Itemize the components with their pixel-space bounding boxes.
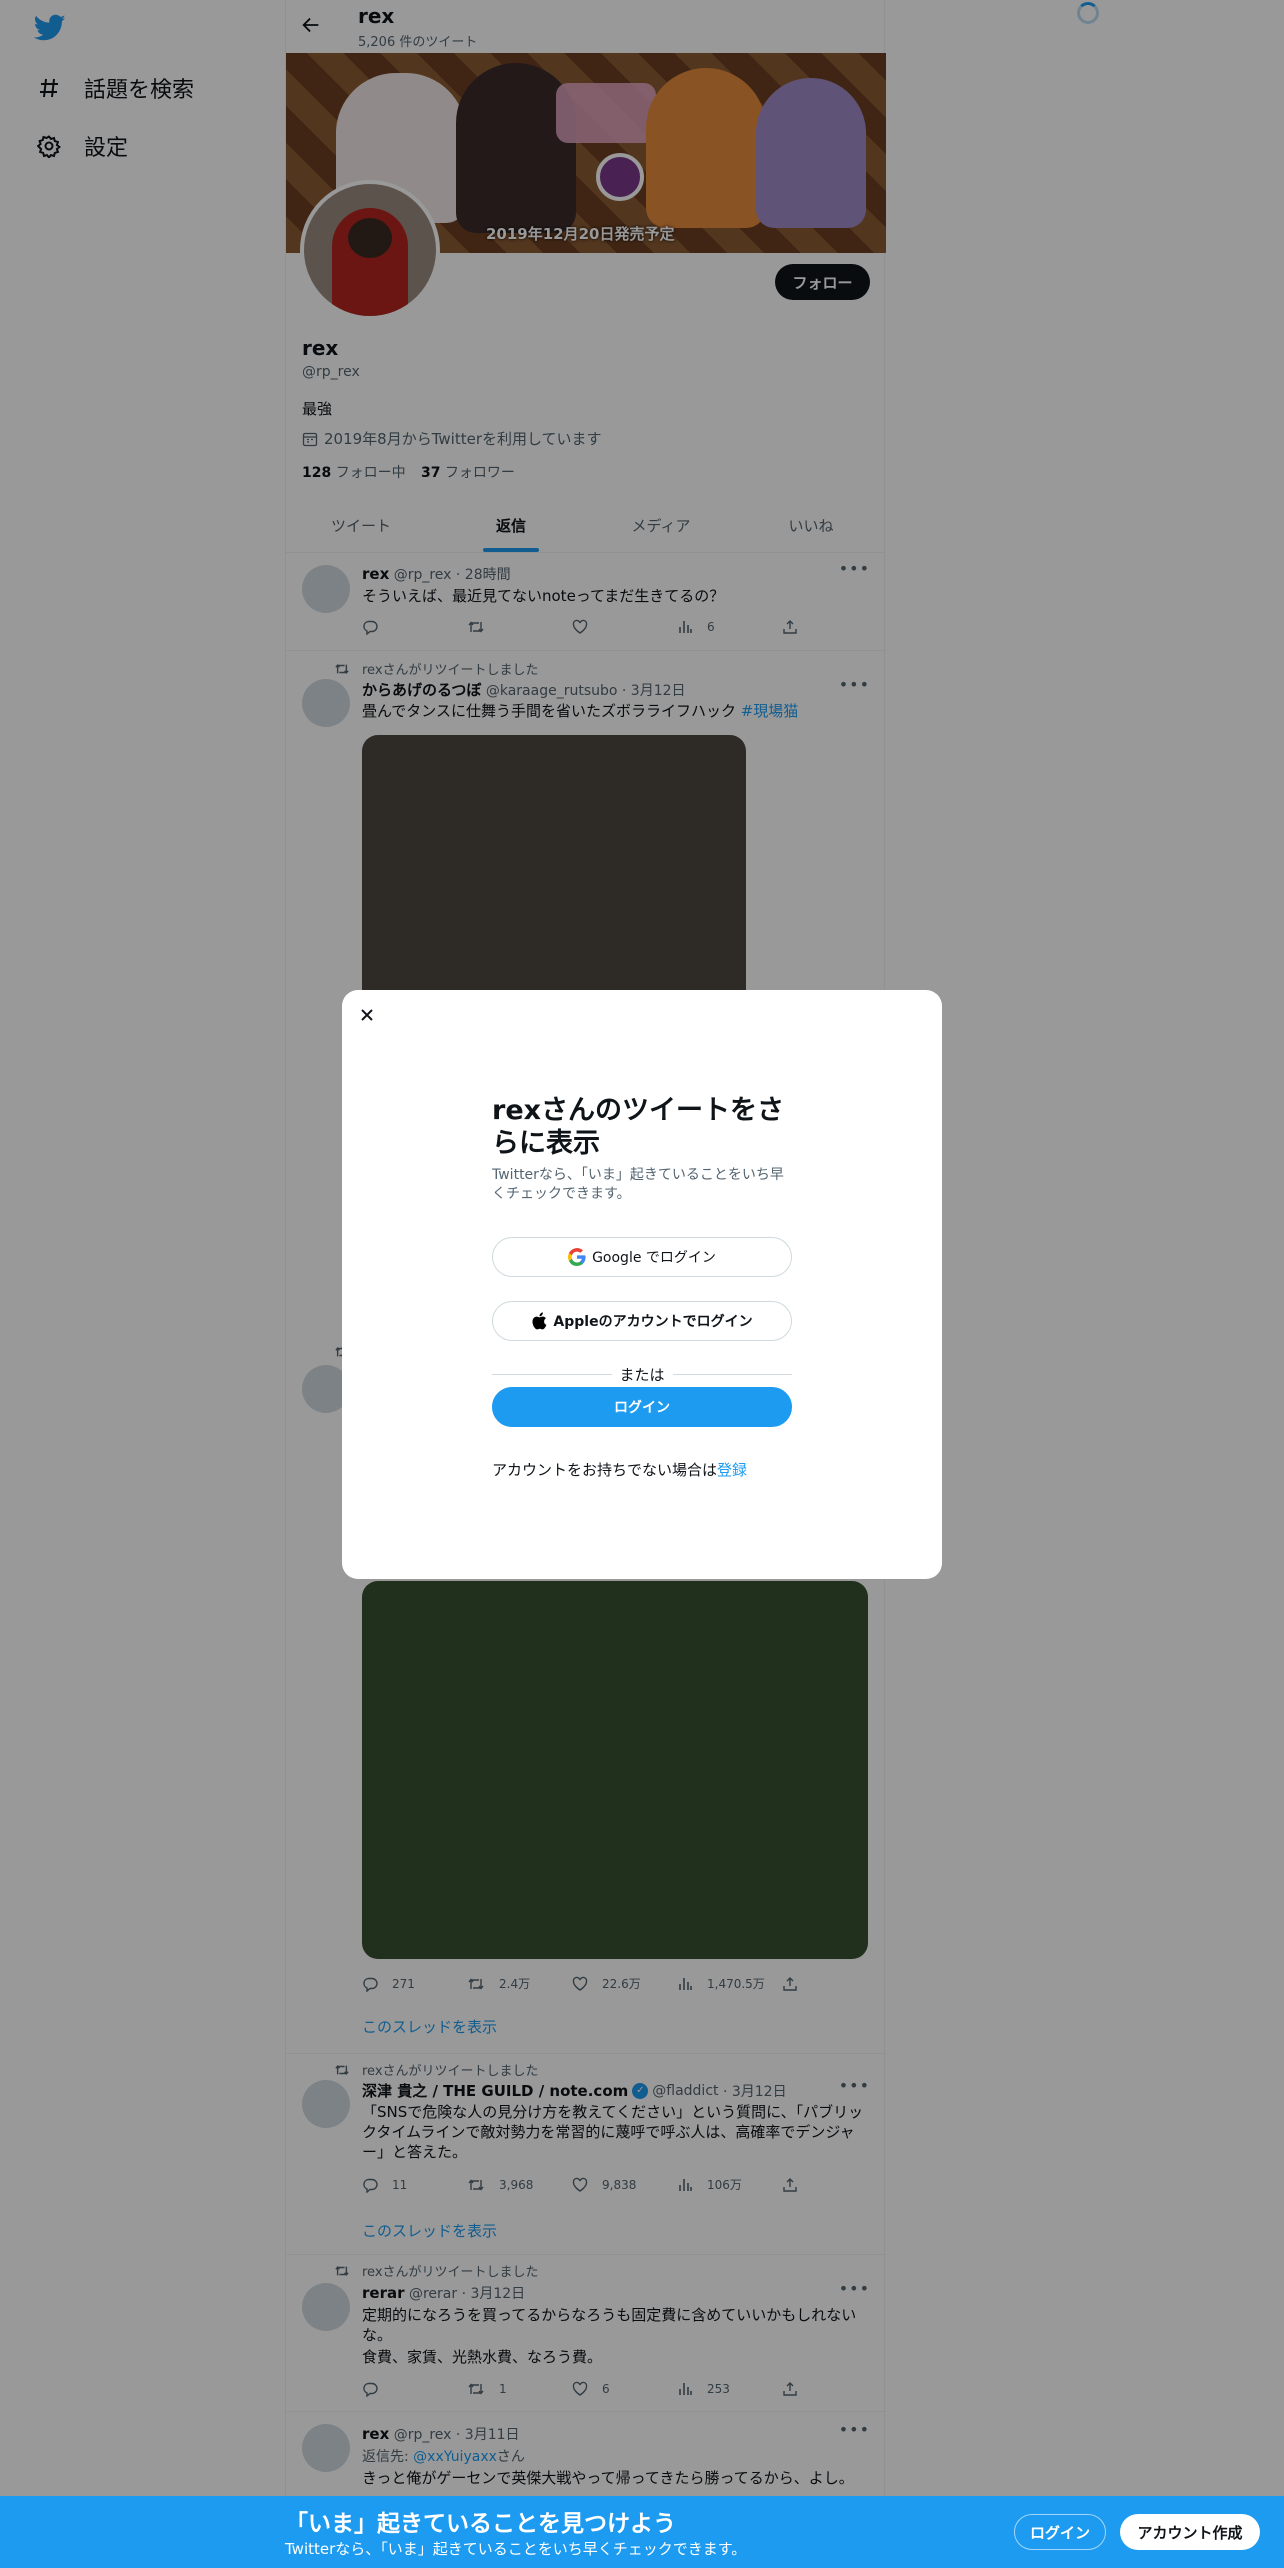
bottom-bar: 「いま」起きていることを見つけよう Twitterなら、「いま」起きていることを… [0,2496,1284,2568]
signup-prompt: アカウントをお持ちでない場合は登録 [492,1459,792,1480]
modal-subtitle: Twitterなら、「いま」起きていることをいち早くチェックできます。 [492,1167,784,1202]
login-modal: rexさんのツイートをさらに表示 Twitterなら、「いま」起きていることをい… [342,990,942,1579]
signup-link[interactable]: 登録 [717,1461,747,1479]
apple-login-button[interactable]: Appleのアカウントでログイン [492,1301,792,1341]
signup-prompt-text: アカウントをお持ちでない場合は [492,1461,718,1479]
google-g-icon [568,1248,586,1266]
or-label: または [619,1366,665,1384]
bottom-login-button[interactable]: ログイン [1014,2514,1106,2550]
google-login-label: Google でログイン [592,1250,716,1266]
close-icon[interactable] [356,1004,378,1026]
login-button[interactable]: ログイン [492,1387,792,1427]
bottom-bar-subtitle: Twitterなら、「いま」起きていることをいち早くチェックできます。 [285,2540,747,2558]
apple-logo-icon [531,1312,547,1330]
apple-login-label: Appleのアカウントでログイン [553,1314,753,1330]
bottom-bar-title: 「いま」起きていることを見つけよう [285,2511,676,2537]
google-login-button[interactable]: Google でログイン [492,1237,792,1277]
or-divider: または [492,1364,793,1385]
bottom-signup-button[interactable]: アカウント作成 [1120,2514,1260,2550]
modal-title: rexさんのツイートをさらに表示 [492,1095,785,1159]
